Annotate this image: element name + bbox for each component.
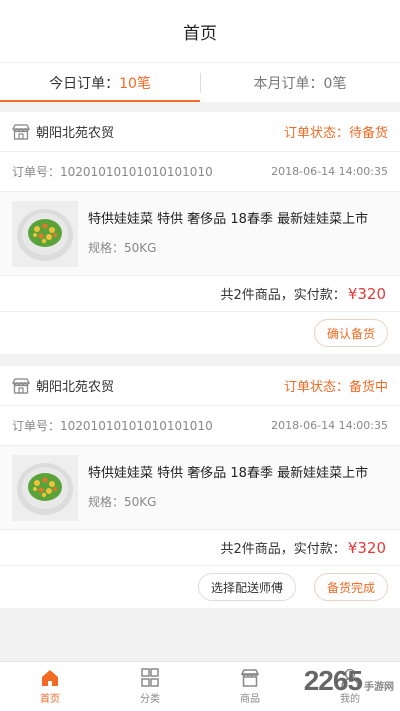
product-name: 特供娃娃菜 特供 奢侈品 18春季 最新娃娃菜上市 [88, 466, 369, 481]
order-number-row: 订单号：10201010101010101010 2018-06-14 14:0… [0, 406, 400, 446]
order-total-row: 共2件商品，实付款： ¥320 [0, 276, 400, 312]
order-total-row: 共2件商品，实付款： ¥320 [0, 530, 400, 566]
total-label: 共2件商品，实付款： [220, 288, 346, 303]
watermark-text: 手游网 [364, 682, 394, 693]
total-label: 共2件商品，实付款： [220, 542, 346, 557]
order-header: 朝阳北苑农贸 订单状态：备货中 [0, 366, 400, 406]
tab-month-label: 本月订单： [253, 75, 324, 92]
watermark-logo: 2265 手游网 [304, 665, 394, 697]
order-tabs: 今日订单： 10笔 本月订单： 0笔 [0, 62, 400, 102]
nav-category-label: 分类 [140, 694, 160, 705]
order-time: 2018-06-14 14:00:35 [271, 419, 388, 432]
nav-category[interactable]: 分类 [100, 662, 200, 711]
order-actions: 选择配送师傅 备货完成 [0, 566, 400, 608]
tab-month-count: 0笔 [323, 75, 347, 92]
shop-icon [12, 123, 30, 140]
store-name: 朝阳北苑农贸 [36, 126, 115, 141]
home-icon [42, 670, 58, 686]
product-image [12, 200, 78, 267]
nav-products[interactable]: 商品 [200, 662, 300, 711]
order-status: 订单状态：待备货 [283, 126, 388, 141]
product-spec: 规格：50KG [88, 241, 157, 255]
order-card: 朝阳北苑农贸 订单状态：待备货 订单号：10201010101010101010… [0, 112, 400, 354]
store-name: 朝阳北苑农贸 [36, 380, 115, 395]
product-spec: 规格：50KG [88, 495, 157, 509]
total-price: ¥320 [347, 538, 386, 557]
stock-complete-button[interactable]: 备货完成 [313, 573, 388, 601]
tab-month-orders[interactable]: 本月订单： 0笔 [200, 63, 400, 102]
order-header: 朝阳北苑农贸 订单状态：待备货 [0, 112, 400, 152]
order-status: 订单状态：备货中 [283, 380, 388, 395]
watermark-number: 2265 [303, 665, 363, 696]
order-card: 朝阳北苑农贸 订单状态：备货中 订单号：10201010101010101010… [0, 366, 400, 608]
product-image [12, 454, 78, 521]
shop-icon [12, 377, 30, 394]
order-actions: 确认备货 [0, 312, 400, 354]
order-number-label: 订单号： [12, 419, 61, 433]
select-courier-button[interactable]: 选择配送师傅 [197, 573, 296, 601]
tab-today-label: 今日订单： [49, 75, 120, 92]
order-time: 2018-06-14 14:00:35 [271, 165, 388, 178]
store-icon [240, 669, 260, 687]
order-number: 10201010101010101010 [60, 419, 213, 433]
tab-today-orders[interactable]: 今日订单： 10笔 [0, 63, 200, 102]
order-number: 10201010101010101010 [60, 165, 213, 179]
nav-home-label: 首页 [40, 694, 60, 705]
order-number-label: 订单号： [12, 165, 61, 179]
top-bar: 首页 [0, 0, 400, 62]
total-price: ¥320 [347, 284, 386, 303]
product-name: 特供娃娃菜 特供 奢侈品 18春季 最新娃娃菜上市 [88, 212, 369, 227]
product-row[interactable]: 特供娃娃菜 特供 奢侈品 18春季 最新娃娃菜上市 规格：50KG [0, 446, 400, 530]
nav-home[interactable]: 首页 [0, 662, 100, 711]
page-title: 首页 [183, 23, 217, 44]
confirm-stock-button[interactable]: 确认备货 [313, 319, 388, 347]
order-number-row: 订单号：10201010101010101010 2018-06-14 14:0… [0, 152, 400, 192]
product-row[interactable]: 特供娃娃菜 特供 奢侈品 18春季 最新娃娃菜上市 规格：50KG [0, 192, 400, 276]
grid-icon [141, 668, 159, 687]
tab-today-count: 10笔 [119, 75, 151, 92]
nav-products-label: 商品 [240, 694, 260, 705]
